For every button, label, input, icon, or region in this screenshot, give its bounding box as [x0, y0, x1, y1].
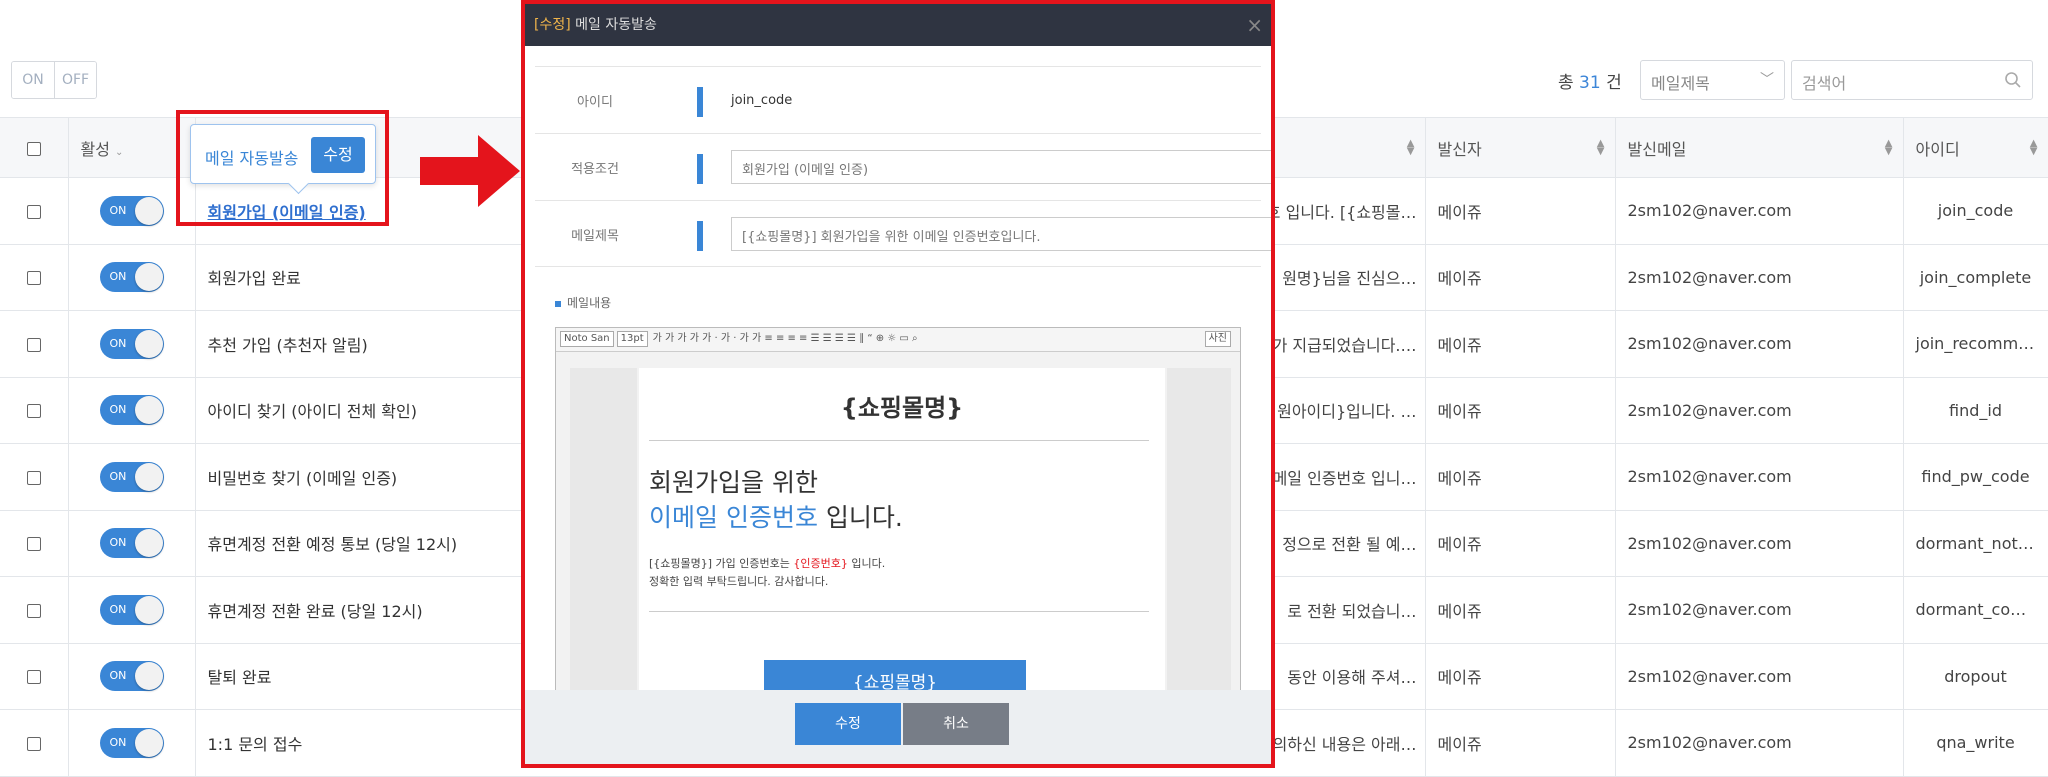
header-sender-email[interactable]: 발신메일 ▲ ▼ — [1615, 117, 1904, 178]
search-placeholder: 검색어 — [1802, 74, 1847, 93]
id-cell: find_pw_code — [1903, 443, 2048, 511]
mail-snippet: 의하신 내용은 아래… — [1272, 734, 1417, 754]
email-cell: 2sm102@naver.com — [1615, 510, 1904, 577]
mail-name-link[interactable]: 휴면계정 전환 완료 (당일 12시) — [208, 602, 423, 621]
mail-name-link[interactable]: 추천 가입 (추천자 알림) — [208, 336, 368, 355]
mail-snippet: 동안 이용해 주셔… — [1287, 668, 1417, 688]
mail-snippet: 메일 인증번호 입니… — [1272, 468, 1417, 488]
id-cell: dormant_notice — [1903, 510, 2048, 577]
email-cell: 2sm102@naver.com — [1615, 643, 1904, 710]
chevron-down-icon: ﹀ — [1760, 72, 1774, 88]
active-toggle[interactable]: ON — [99, 328, 164, 359]
email-cell: 2sm102@naver.com — [1615, 443, 1904, 511]
id-cell: join_complete — [1903, 244, 2048, 311]
active-toggle[interactable]: ON — [99, 727, 164, 758]
sort-icon: ▲ ▼ — [1884, 138, 1893, 157]
mail-name-link[interactable]: 비밀번호 찾기 (이메일 인증) — [208, 469, 398, 488]
sender-cell: 메이쥬 — [1425, 443, 1616, 511]
row-checkbox[interactable] — [26, 736, 41, 751]
active-toggle[interactable]: ON — [99, 461, 164, 492]
sort-icon: ▲ ▼ — [1406, 138, 1415, 157]
header-sender[interactable]: 발신자 ▲ ▼ — [1425, 117, 1616, 178]
select-all-checkbox[interactable] — [0, 117, 69, 178]
sender-cell: 메이쥬 — [1425, 709, 1616, 777]
total-prefix: 총 — [1558, 73, 1574, 93]
sender-cell: 메이쥬 — [1425, 576, 1616, 644]
red-arrow-icon — [420, 135, 520, 207]
active-toggle[interactable]: ON — [99, 528, 164, 559]
row-checkbox[interactable] — [26, 670, 41, 685]
modal-highlight-box — [521, 0, 1275, 768]
id-cell: join_recomme… — [1903, 310, 2048, 378]
mail-name-link[interactable]: 탈퇴 완료 — [208, 668, 272, 687]
sort-icon: ▲ ▼ — [2029, 138, 2038, 157]
id-cell: find_id — [1903, 377, 2048, 444]
email-cell: 2sm102@naver.com — [1615, 177, 1904, 245]
mail-name-link[interactable]: 1:1 문의 접수 — [208, 735, 303, 754]
active-toggle[interactable]: ON — [99, 395, 164, 426]
sender-cell: 메이쥬 — [1425, 377, 1616, 444]
mail-name-link[interactable]: 휴면계정 전환 예정 통보 (당일 12시) — [208, 535, 458, 554]
mail-snippet: 호 입니다. [{쇼핑몰… — [1265, 202, 1417, 222]
total-suffix: 건 — [1606, 73, 1622, 93]
mail-snippet: 가 지급되었습니다.… — [1272, 335, 1417, 355]
mail-snippet: 원아이디}입니다. … — [1277, 402, 1417, 422]
total-count: 총 31 건 — [1558, 68, 1622, 93]
id-cell: join_code — [1903, 177, 2048, 245]
row-checkbox[interactable] — [26, 337, 41, 352]
email-cell: 2sm102@naver.com — [1615, 576, 1904, 644]
mail-name-link[interactable]: 회원가입 완료 — [208, 269, 301, 288]
email-cell: 2sm102@naver.com — [1615, 377, 1904, 444]
tooltip-edit-button[interactable]: 수정 — [311, 137, 365, 173]
sender-cell: 메이쥬 — [1425, 510, 1616, 577]
mail-snippet: 정으로 전환 될 예… — [1282, 535, 1417, 555]
row-checkbox[interactable] — [26, 470, 41, 485]
search-input[interactable]: 검색어 — [1791, 60, 2033, 100]
email-cell: 2sm102@naver.com — [1615, 709, 1904, 777]
active-toggle[interactable]: ON — [99, 661, 164, 692]
email-cell: 2sm102@naver.com — [1615, 244, 1904, 311]
row-checkbox[interactable] — [26, 603, 41, 618]
active-toggle[interactable]: ON — [99, 262, 164, 293]
sender-cell: 메이쥬 — [1425, 244, 1616, 311]
filter-off-button[interactable]: OFF — [54, 62, 96, 98]
id-cell: dropout — [1903, 643, 2048, 710]
email-cell: 2sm102@naver.com — [1615, 310, 1904, 378]
search-field-value: 메일제목 — [1651, 74, 1710, 93]
id-cell: dormant_com… — [1903, 576, 2048, 644]
sender-cell: 메이쥬 — [1425, 643, 1616, 710]
active-toggle[interactable]: ON — [99, 594, 164, 625]
tooltip-title: 메일 자동발송 — [205, 149, 299, 168]
mail-snippet: 원명}님을 진심으… — [1282, 269, 1417, 289]
mail-name-link[interactable]: 아이디 찾기 (아이디 전체 확인) — [208, 402, 417, 421]
mail-snippet: 로 전환 되었습니… — [1287, 601, 1417, 621]
row-checkbox[interactable] — [26, 204, 41, 219]
header-id[interactable]: 아이디 ▲ ▼ — [1903, 117, 2048, 178]
search-icon[interactable] — [2004, 71, 2022, 89]
filter-on-button[interactable]: ON — [12, 62, 54, 98]
total-number: 31 — [1579, 73, 1601, 93]
id-cell: qna_write — [1903, 709, 2048, 777]
sender-cell: 메이쥬 — [1425, 177, 1616, 245]
sort-icon: ▲ ▼ — [1596, 138, 1605, 157]
row-checkbox[interactable] — [26, 271, 41, 286]
row-checkbox[interactable] — [26, 404, 41, 419]
on-off-filter: ON OFF — [11, 61, 97, 99]
edit-tooltip: 메일 자동발송 수정 — [190, 124, 376, 184]
active-toggle[interactable]: ON — [99, 195, 164, 226]
search-field-select[interactable]: 메일제목 ﹀ — [1640, 60, 1785, 100]
sender-cell: 메이쥬 — [1425, 310, 1616, 378]
row-checkbox[interactable] — [26, 537, 41, 552]
